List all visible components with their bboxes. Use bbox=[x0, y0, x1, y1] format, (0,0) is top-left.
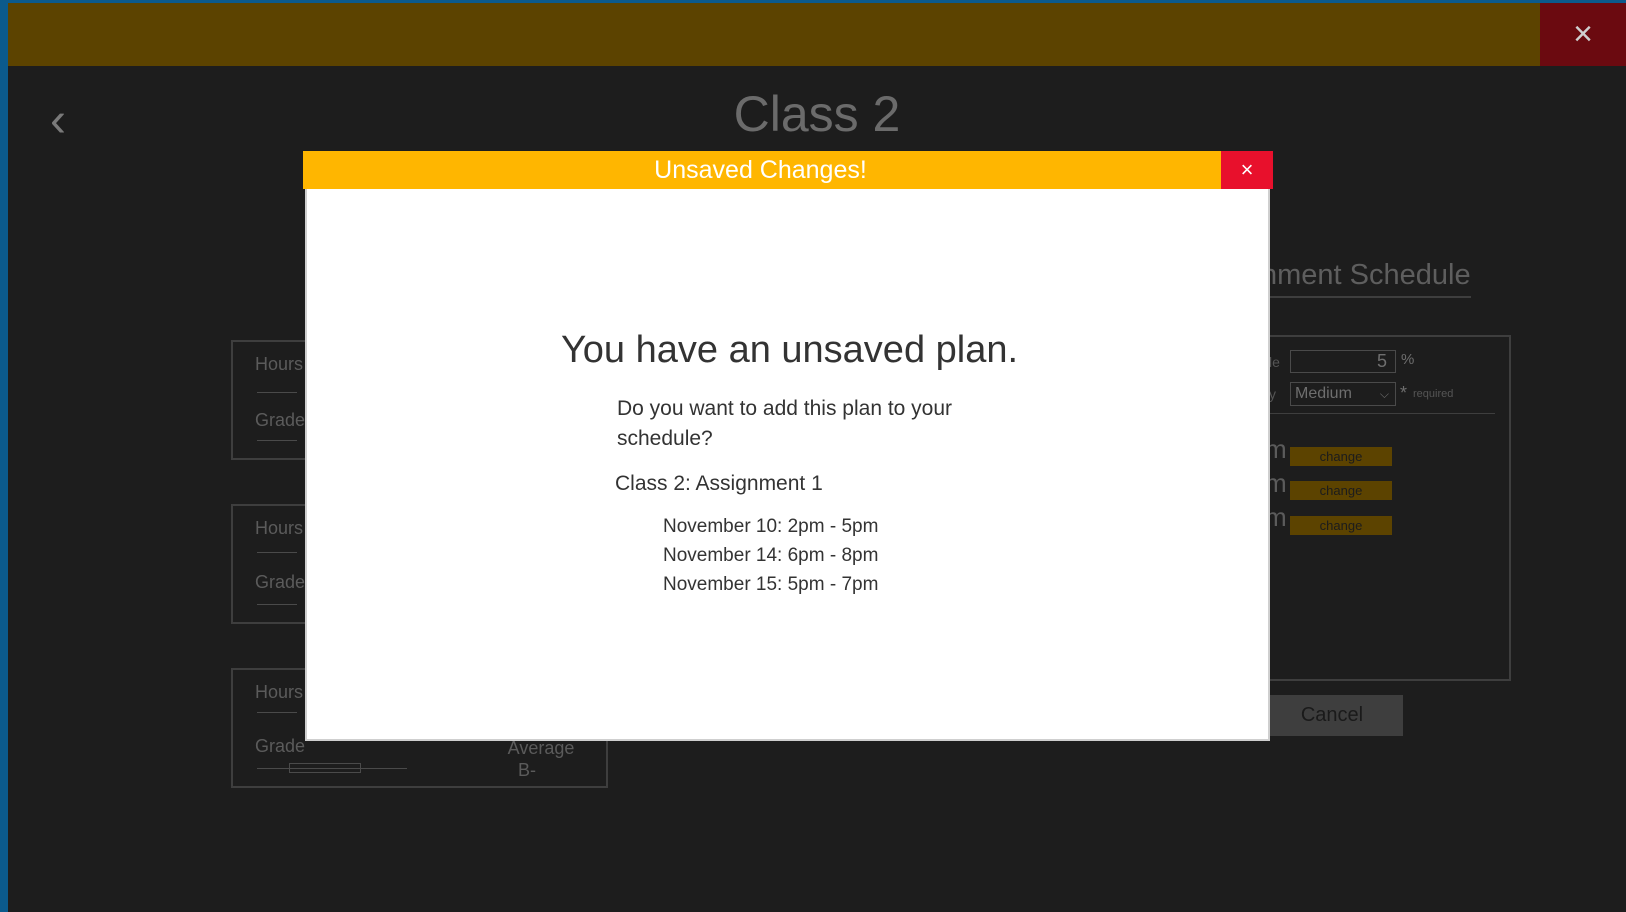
schedule-panel: le % y Medium ⌵ * required m change m ch… bbox=[1263, 335, 1511, 681]
plan-times-list: November 10: 2pm - 5pm November 14: 6pm … bbox=[663, 512, 878, 599]
average-value: B- bbox=[518, 760, 536, 780]
required-asterisk-icon: * bbox=[1400, 383, 1408, 403]
cancel-button[interactable]: Cancel bbox=[1261, 695, 1403, 736]
close-icon[interactable]: × bbox=[1221, 151, 1273, 189]
hours-slider[interactable] bbox=[257, 712, 297, 713]
hours-label: Hours bbox=[255, 682, 304, 702]
change-button[interactable]: change bbox=[1290, 516, 1392, 535]
unsaved-changes-dialog: Unsaved Changes! × You have an unsaved p… bbox=[303, 151, 1273, 743]
grade-slider[interactable] bbox=[257, 604, 297, 605]
top-bar: × bbox=[8, 3, 1626, 66]
plan-name: Class 2: Assignment 1 bbox=[615, 472, 823, 495]
grade-range-handle[interactable] bbox=[289, 763, 361, 773]
grade-label: Grade bbox=[255, 572, 306, 592]
hours-slider[interactable] bbox=[257, 552, 297, 553]
dialog-question: Do you want to add this plan to your sch… bbox=[617, 397, 953, 450]
required-text: required bbox=[1413, 388, 1454, 400]
change-button[interactable]: change bbox=[1290, 447, 1392, 466]
close-app-icon[interactable]: × bbox=[1540, 3, 1626, 66]
panel-divider bbox=[1265, 413, 1495, 414]
difficulty-select[interactable]: Medium ⌵ bbox=[1290, 382, 1396, 406]
hours-label: Hours bbox=[255, 518, 304, 538]
chevron-down-icon: ⌵ bbox=[1379, 387, 1389, 401]
page-title: Class 2 bbox=[733, 86, 901, 142]
hours-label: Hours bbox=[255, 354, 304, 374]
list-item: November 10: 2pm - 5pm bbox=[663, 516, 879, 537]
app-window: × ‹ Class 2 Hours Grade Hours Grade Hour… bbox=[8, 3, 1626, 912]
grade-label: Grade bbox=[255, 736, 306, 756]
grade-label: Grade bbox=[255, 410, 306, 430]
grade-slider[interactable] bbox=[257, 440, 297, 441]
list-item: November 14: 6pm - 8pm bbox=[663, 545, 879, 566]
weight-input[interactable] bbox=[1290, 350, 1396, 373]
change-button[interactable]: change bbox=[1290, 481, 1392, 500]
weight-unit: % bbox=[1401, 351, 1415, 368]
difficulty-value: Medium bbox=[1295, 385, 1352, 402]
assignment-schedule-title: nment Schedule bbox=[1261, 259, 1471, 298]
list-item: November 15: 5pm - 7pm bbox=[663, 574, 879, 595]
dialog-header: Unsaved Changes! × bbox=[303, 151, 1273, 189]
dialog-title: Unsaved Changes! bbox=[654, 156, 867, 184]
dialog-heading: You have an unsaved plan. bbox=[560, 329, 1019, 371]
hours-slider[interactable] bbox=[257, 392, 297, 393]
dialog-body: You have an unsaved plan. Do you want to… bbox=[305, 189, 1270, 741]
